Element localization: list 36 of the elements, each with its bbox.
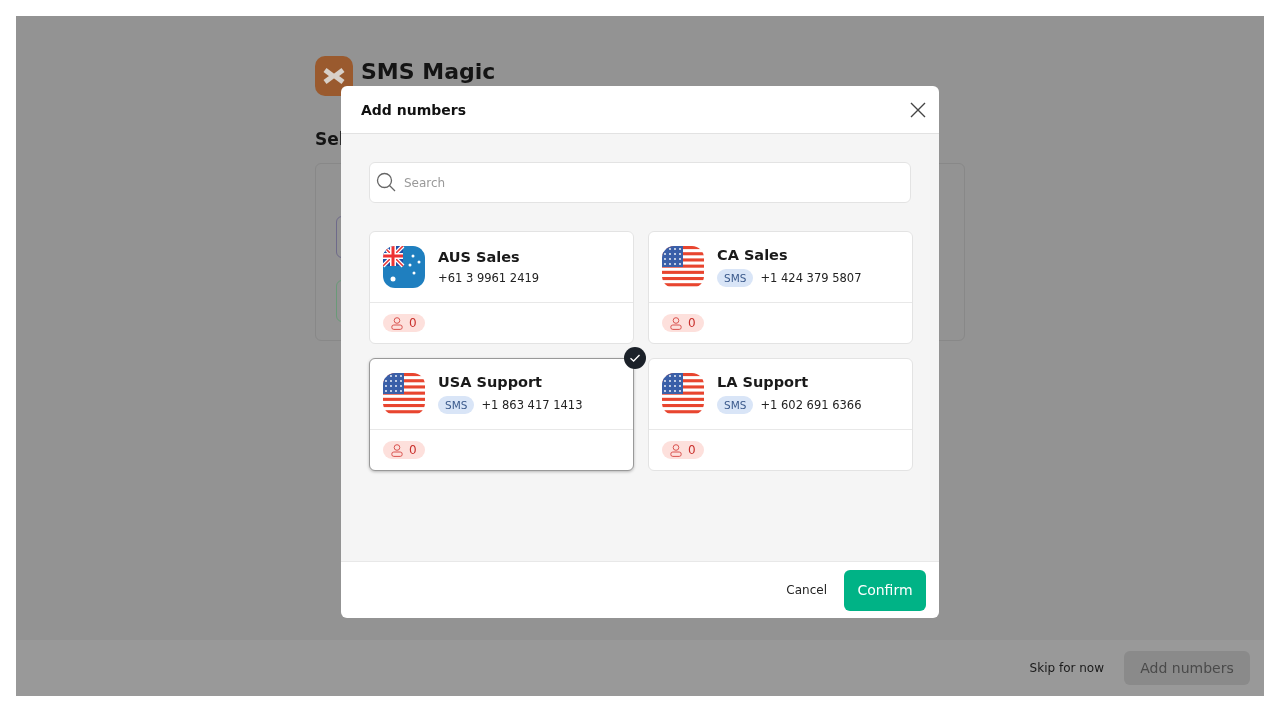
logo-icon	[315, 56, 353, 96]
channel-badge: SMS	[717, 269, 754, 287]
search-field[interactable]: Search	[369, 162, 911, 203]
number-name: CA Sales	[717, 247, 789, 263]
user-icon	[670, 443, 682, 457]
skip-link[interactable]: Skip for now	[1029, 661, 1104, 675]
search-icon	[376, 172, 396, 192]
user-count: 0	[409, 443, 417, 457]
number-card[interactable]: AUS Sales +61 3 9961 2419 0	[369, 231, 634, 344]
phone-number: +61 3 9961 2419	[438, 271, 540, 285]
check-icon	[624, 347, 646, 369]
user-icon	[391, 443, 403, 457]
phone-number: +1 863 417 1413	[481, 398, 583, 412]
flag-icon	[662, 373, 704, 415]
user-count: 0	[688, 443, 696, 457]
user-icon	[670, 316, 682, 330]
user-icon	[391, 316, 403, 330]
channel-badge: SMS	[717, 396, 754, 414]
phone-number: +1 424 379 5807	[760, 271, 862, 285]
flag-icon	[383, 373, 425, 415]
number-name: AUS Sales	[438, 249, 521, 265]
number-card[interactable]: USA Support SMS +1 863 417 1413 0	[369, 358, 634, 471]
flag-icon	[383, 246, 425, 288]
phone-number: +1 602 691 6366	[760, 398, 862, 412]
dialog-title: Add numbers	[361, 101, 467, 118]
cancel-button[interactable]: Cancel	[782, 579, 831, 601]
number-card[interactable]: LA Support SMS +1 602 691 6366 0	[648, 358, 913, 471]
flag-icon	[662, 246, 704, 288]
user-count: 0	[688, 316, 696, 330]
close-icon[interactable]	[910, 101, 926, 118]
number-name: LA Support	[717, 374, 810, 390]
brand-name: SMS Magic	[361, 60, 496, 84]
number-name: USA Support	[438, 374, 544, 390]
number-card[interactable]: CA Sales SMS +1 424 379 5807 0	[648, 231, 913, 344]
channel-badge: SMS	[438, 396, 475, 414]
user-count: 0	[409, 316, 417, 330]
